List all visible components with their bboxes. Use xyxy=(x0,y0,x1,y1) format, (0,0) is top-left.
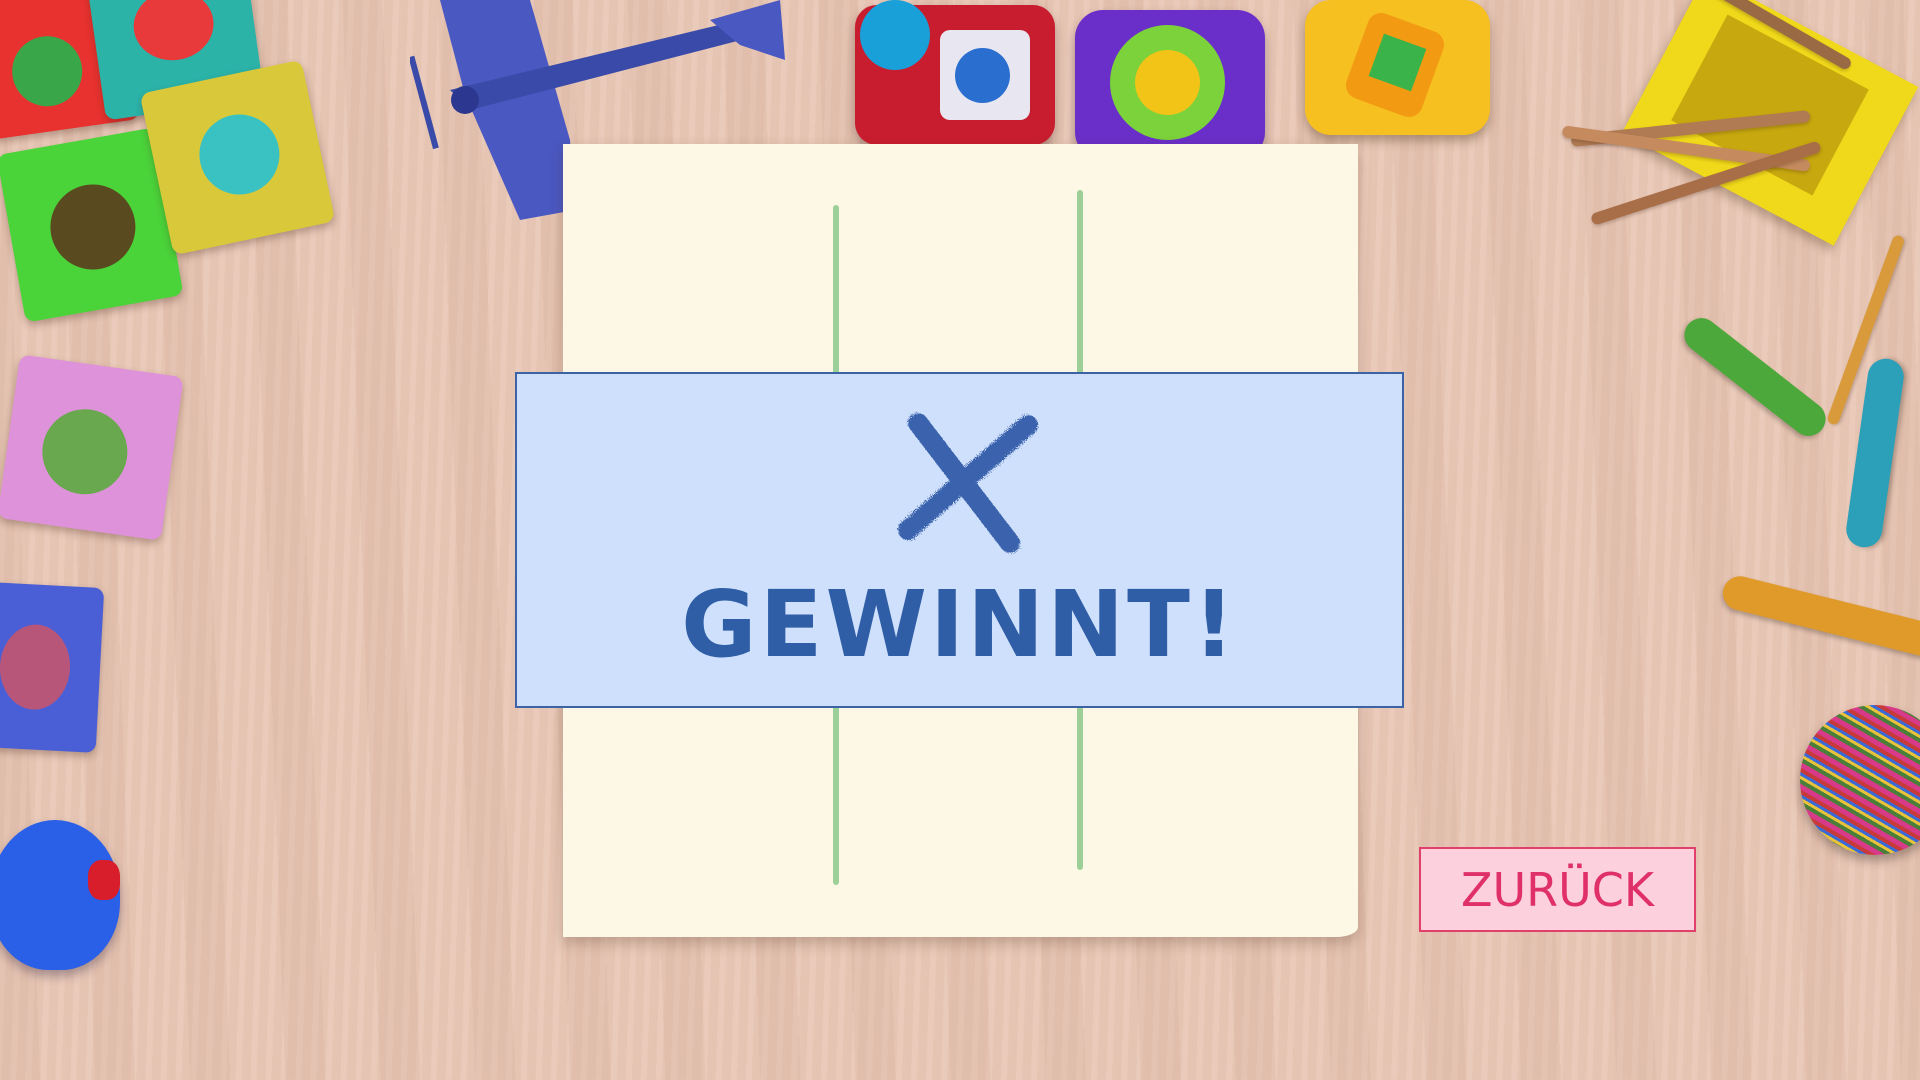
back-button[interactable]: ZURÜCK xyxy=(1419,847,1696,932)
rubber-duck xyxy=(0,800,135,980)
yarn-ball xyxy=(1800,705,1920,855)
winner-x-icon xyxy=(898,413,1038,553)
result-text: GEWINNT! xyxy=(681,571,1238,678)
